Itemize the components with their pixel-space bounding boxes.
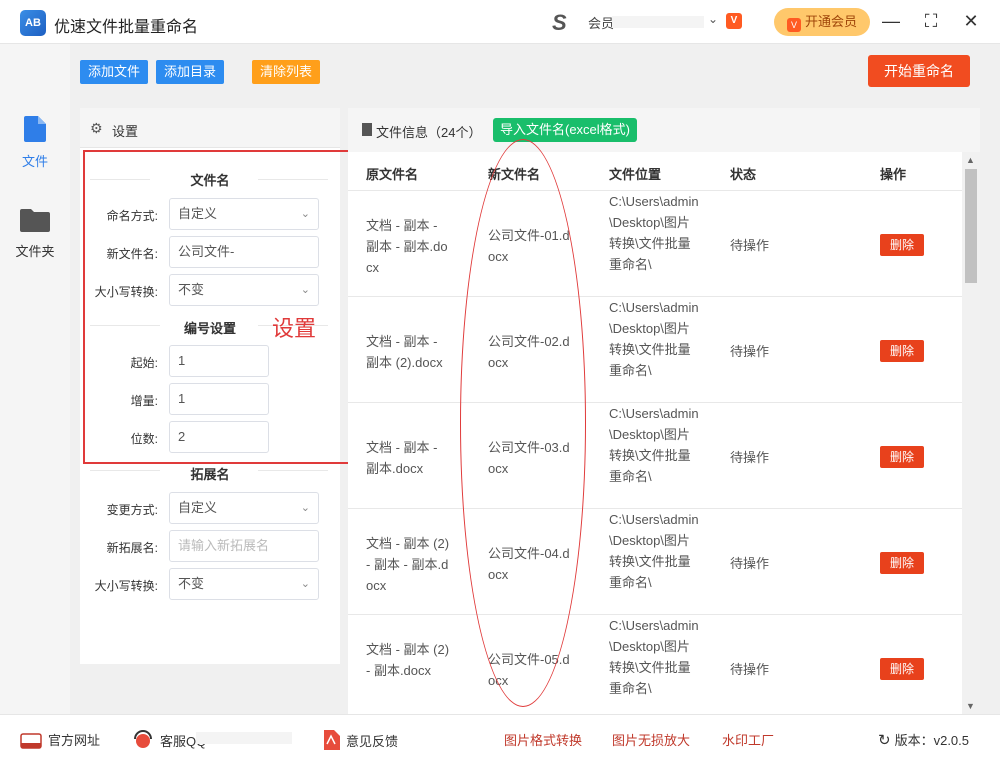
watermark-link[interactable]: 水印工厂 [722, 730, 774, 749]
user-name[interactable]: 会员 [588, 13, 614, 32]
import-excel-button[interactable]: 导入文件名(excel格式) [493, 118, 638, 142]
gear-icon: ⚙ [90, 120, 103, 136]
folder-icon [20, 209, 50, 232]
file-info-title: 文件信息（24个） [376, 125, 482, 140]
nav-file-label: 文件 [21, 154, 48, 169]
table-row[interactable]: 文档 - 副本 (2) - 副本.docx 公司文件-05.docx C:\Us… [348, 614, 962, 714]
delete-button[interactable]: 删除 [880, 658, 924, 680]
ext-case-value: 不变 [178, 576, 205, 591]
ext-section-title: 拓展名 [190, 467, 230, 482]
user-id-mask [612, 16, 704, 28]
close-button[interactable]: ✕ [958, 8, 984, 34]
footer: 官方网址 客服QQ 意见反馈 图片格式转换 图片无损放大 水印工厂 ↻ 版本：v2… [0, 714, 1000, 760]
document-icon [362, 123, 372, 136]
cell-location: C:\Users\admin\Desktop\图片转换\文件批量重命名\ [609, 300, 699, 378]
brand-s-icon: S [552, 10, 567, 35]
scroll-thumb[interactable] [965, 169, 977, 283]
cell-status: 待操作 [730, 344, 770, 359]
table-row[interactable]: 文档 - 副本 - 副本 (2).docx 公司文件-02.docx C:\Us… [348, 296, 962, 402]
file-info-header: 文件信息（24个） 导入文件名(excel格式) [348, 108, 980, 152]
settings-annotation: 设置 [272, 316, 317, 341]
newext-input[interactable]: 请输入新拓展名 [169, 530, 319, 562]
nav-item-folder[interactable]: 文件夹 [0, 208, 70, 260]
file-info-panel: 文件信息（24个） 导入文件名(excel格式) 原文件名 新文件名 文件位置 … [348, 108, 980, 714]
website-icon [20, 733, 42, 749]
cell-location: C:\Users\admin\Desktop\图片转换\文件批量重命名\ [609, 194, 699, 272]
app-title: 优速文件批量重命名 [54, 19, 199, 36]
toolbar: 添加文件 添加目录 清除列表 开始重命名 [70, 44, 1000, 108]
cell-orig-name: 文档 - 副本 (2) - 副本.docx [366, 642, 450, 678]
vip-icon: V [786, 18, 801, 32]
table-row[interactable]: 文档 - 副本 (2) - 副本 - 副本.docx 公司文件-04.docx … [348, 508, 962, 614]
ext-case-label: 大小写转换: [94, 579, 158, 593]
qq-mask [196, 732, 292, 744]
image-convert-link[interactable]: 图片格式转换 [504, 730, 582, 749]
delete-button[interactable]: 删除 [880, 552, 924, 574]
col-header-status: 状态 [730, 167, 757, 182]
feedback-icon [324, 730, 340, 750]
cell-orig-name: 文档 - 副本 - 副本 (2).docx [366, 334, 443, 370]
cell-status: 待操作 [730, 238, 770, 253]
table-row[interactable]: 文档 - 副本 - 副本 - 副本.docx 公司文件-01.docx C:\U… [348, 190, 962, 296]
cell-status: 待操作 [730, 450, 770, 465]
scroll-up-icon[interactable]: ▲ [966, 155, 975, 165]
version-number: v2.0.5 [933, 733, 970, 748]
delete-button[interactable]: 删除 [880, 446, 924, 468]
new-name-highlight-ellipse [460, 139, 586, 707]
add-dir-button[interactable]: 添加目录 [156, 60, 225, 84]
version-label: 版本： [894, 733, 934, 748]
cell-status: 待操作 [730, 556, 770, 571]
nav-folder-label: 文件夹 [15, 244, 55, 259]
delete-button[interactable]: 删除 [880, 340, 924, 362]
feedback-label: 意见反馈 [346, 734, 399, 749]
scroll-down-icon[interactable]: ▼ [966, 701, 975, 711]
app-logo-icon: AB [20, 10, 46, 36]
feedback-link[interactable]: 意见反馈 [322, 730, 398, 750]
support-icon [134, 730, 152, 748]
col-header-action: 操作 [880, 167, 907, 182]
open-vip-button[interactable]: V 开通会员 [774, 8, 870, 36]
cell-orig-name: 文档 - 副本 (2) - 副本 - 副本.docx [366, 536, 450, 593]
cell-location: C:\Users\admin\Desktop\图片转换\文件批量重命名\ [609, 406, 699, 484]
newext-label: 新拓展名: [106, 541, 158, 555]
table-scrollbar[interactable]: ▲ ▼ [962, 152, 980, 714]
ext-case-select[interactable]: 不变 ⌄ [169, 568, 319, 600]
change-label: 变更方式: [106, 503, 158, 517]
refresh-icon[interactable]: ↻ [878, 732, 891, 749]
cell-location: C:\Users\admin\Desktop\图片转换\文件批量重命名\ [609, 512, 699, 590]
cell-status: 待操作 [730, 662, 770, 677]
cell-location: C:\Users\admin\Desktop\图片转换\文件批量重命名\ [609, 618, 699, 696]
cell-orig-name: 文档 - 副本 - 副本 - 副本.docx [366, 218, 448, 275]
col-header-location: 文件位置 [609, 167, 662, 182]
open-vip-label: 开通会员 [804, 14, 857, 29]
chevron-down-icon: ⌄ [300, 502, 310, 514]
vip-badge-icon: V [726, 13, 742, 29]
title-bar: AB 优速文件批量重命名 S 会员 ⌄ V V 开通会员 — ⛶ ✕ [0, 0, 1000, 44]
left-nav: 文件 文件夹 [0, 44, 70, 714]
settings-highlight-box [83, 150, 361, 464]
cell-orig-name: 文档 - 副本 - 副本.docx [366, 440, 438, 476]
add-file-button[interactable]: 添加文件 [80, 60, 149, 84]
website-link[interactable]: 官方网址 [20, 730, 100, 749]
minimize-button[interactable]: — [878, 8, 904, 34]
version-info: ↻ 版本：v2.0.5 [878, 730, 969, 749]
website-label: 官方网址 [48, 733, 101, 748]
chevron-down-icon: ⌄ [300, 578, 310, 590]
clear-list-button[interactable]: 清除列表 [252, 60, 321, 84]
divider [258, 470, 328, 471]
col-header-orig: 原文件名 [366, 167, 419, 182]
change-value: 自定义 [178, 500, 218, 515]
image-upscale-link[interactable]: 图片无损放大 [612, 730, 690, 749]
table-row[interactable]: 文档 - 副本 - 副本.docx 公司文件-03.docx C:\Users\… [348, 402, 962, 508]
maximize-button[interactable]: ⛶ [918, 8, 944, 34]
nav-item-file[interactable]: 文件 [0, 116, 70, 170]
file-icon [24, 116, 46, 142]
change-select[interactable]: 自定义 ⌄ [169, 492, 319, 524]
settings-title: 设置 [112, 124, 139, 139]
start-rename-button[interactable]: 开始重命名 [868, 55, 970, 87]
settings-header: ⚙ 设置 [80, 108, 340, 148]
delete-button[interactable]: 删除 [880, 234, 924, 256]
chevron-down-icon[interactable]: ⌄ [708, 12, 718, 26]
